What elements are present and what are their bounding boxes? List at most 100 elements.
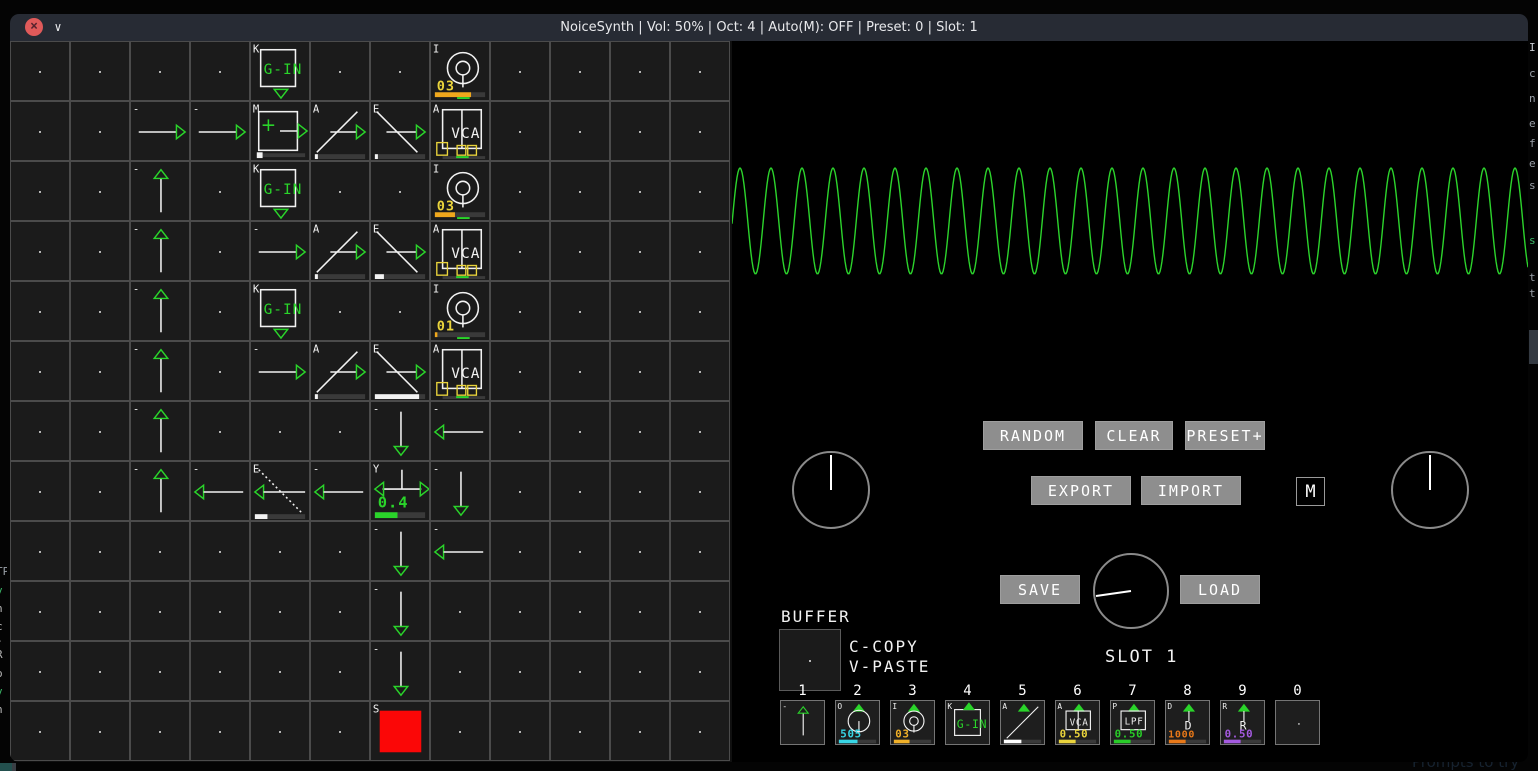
grid-module-wire-right[interactable]: - [250, 341, 310, 401]
grid-cell-empty[interactable] [10, 221, 70, 281]
grid-cell-empty[interactable] [490, 401, 550, 461]
grid-cell-empty[interactable] [250, 581, 310, 641]
grid-cell-empty[interactable] [190, 401, 250, 461]
grid-cell-empty[interactable] [310, 401, 370, 461]
grid-module-wire-up[interactable]: - [130, 341, 190, 401]
knob-right[interactable] [1390, 450, 1470, 530]
knob-left[interactable] [791, 450, 871, 530]
grid-cell-empty[interactable] [550, 521, 610, 581]
close-icon[interactable]: × [25, 18, 43, 36]
grid-cell-empty[interactable] [10, 341, 70, 401]
grid-cell-empty[interactable] [610, 221, 670, 281]
grid-cell-empty[interactable] [310, 641, 370, 701]
grid-cell-empty[interactable] [310, 161, 370, 221]
grid-cell-empty[interactable] [310, 581, 370, 641]
grid-module-ramp-up[interactable]: A [310, 221, 370, 281]
load-button[interactable]: LOAD [1180, 575, 1260, 604]
grid-cell-empty[interactable] [70, 281, 130, 341]
grid-module-wire-up[interactable]: - [130, 461, 190, 521]
grid-cell-empty[interactable] [670, 461, 730, 521]
grid-cell-empty[interactable] [670, 581, 730, 641]
grid-cell-empty[interactable] [670, 221, 730, 281]
grid-module-wire-right[interactable]: - [250, 221, 310, 281]
grid-cell-empty[interactable] [70, 641, 130, 701]
grid-cell-empty[interactable] [70, 461, 130, 521]
grid-cell-empty[interactable] [610, 101, 670, 161]
grid-cell-empty[interactable] [610, 641, 670, 701]
grid-cell-empty[interactable] [670, 281, 730, 341]
grid-cell-empty[interactable] [250, 401, 310, 461]
grid-cell-empty[interactable] [130, 701, 190, 761]
grid-cell-empty[interactable] [610, 521, 670, 581]
grid-cell-empty[interactable] [130, 581, 190, 641]
grid-module-wire-right[interactable]: - [130, 101, 190, 161]
grid-cell-empty[interactable] [670, 101, 730, 161]
grid-cell-empty[interactable] [70, 521, 130, 581]
grid-cell-empty[interactable] [10, 521, 70, 581]
grid-module-wire-up[interactable]: - [130, 401, 190, 461]
grid-cell-empty[interactable] [70, 701, 130, 761]
chevron-down-icon[interactable]: ∨ [50, 18, 66, 36]
grid-module-wire-down[interactable]: - [370, 641, 430, 701]
grid-cell-empty[interactable] [550, 41, 610, 101]
grid-cell-empty[interactable] [190, 521, 250, 581]
grid-module-wire-left[interactable]: - [190, 461, 250, 521]
grid-cell-empty[interactable] [670, 521, 730, 581]
grid-cell-empty[interactable] [490, 581, 550, 641]
grid-cell-empty[interactable] [490, 101, 550, 161]
grid-cell-empty[interactable] [10, 401, 70, 461]
grid-cell-empty[interactable] [130, 41, 190, 101]
grid-module-vca[interactable]: AVCA [430, 341, 490, 401]
grid-module-wire-down[interactable]: - [370, 401, 430, 461]
grid-cell-empty[interactable] [310, 701, 370, 761]
grid-cell-empty[interactable] [10, 41, 70, 101]
grid-cell-empty[interactable] [550, 641, 610, 701]
grid-module-wire-up[interactable]: - [130, 281, 190, 341]
grid-module-gin[interactable]: KG-IN [250, 41, 310, 101]
palette-item-wire[interactable]: - [780, 700, 825, 745]
grid-cell-empty[interactable] [70, 41, 130, 101]
grid-module-ramp-down[interactable]: E [370, 221, 430, 281]
grid-cell-empty[interactable] [10, 281, 70, 341]
grid-cell-empty[interactable] [130, 641, 190, 701]
grid-module-ramp-up[interactable]: A [310, 341, 370, 401]
grid-module-gin[interactable]: KG-IN [250, 161, 310, 221]
grid-cell-empty[interactable] [490, 341, 550, 401]
grid-cell-empty[interactable] [70, 161, 130, 221]
grid-cell-empty[interactable] [490, 461, 550, 521]
grid-cell-empty[interactable] [550, 221, 610, 281]
grid-cell-empty[interactable] [490, 641, 550, 701]
grid-cell-empty[interactable] [10, 641, 70, 701]
grid-module-wire-up[interactable]: - [130, 221, 190, 281]
titlebar[interactable]: NoiceSynth | Vol: 50% | Oct: 4 | Auto(M)… [10, 14, 1528, 41]
grid-cell-empty[interactable] [70, 581, 130, 641]
grid-cell-empty[interactable] [310, 521, 370, 581]
grid-cell-empty[interactable] [550, 281, 610, 341]
grid-cell-empty[interactable] [10, 701, 70, 761]
palette-item-vca[interactable]: AVCA0.50 [1055, 700, 1100, 745]
grid-cell-empty[interactable] [670, 701, 730, 761]
grid-cell-empty[interactable] [550, 461, 610, 521]
grid-module-speaker[interactable]: S [370, 701, 430, 761]
grid-cell-empty[interactable] [70, 401, 130, 461]
grid-cell-empty[interactable] [250, 641, 310, 701]
grid-cell-empty[interactable] [190, 641, 250, 701]
grid-cell-empty[interactable] [190, 701, 250, 761]
palette-item-reverb[interactable]: RR0.50 [1220, 700, 1265, 745]
grid-cell-empty[interactable] [10, 461, 70, 521]
grid-cell-empty[interactable] [10, 161, 70, 221]
grid-module-splitter[interactable]: Y0.4 [370, 461, 430, 521]
grid-module-ramp-down[interactable]: E [370, 341, 430, 401]
mono-toggle[interactable]: M [1296, 477, 1325, 506]
grid-cell-empty[interactable] [670, 161, 730, 221]
grid-cell-empty[interactable] [370, 41, 430, 101]
palette-item-gin[interactable]: KG-IN [945, 700, 990, 745]
grid-cell-empty[interactable] [490, 161, 550, 221]
grid-cell-empty[interactable] [610, 401, 670, 461]
grid-cell-empty[interactable] [610, 341, 670, 401]
grid-module-wire-up[interactable]: - [130, 161, 190, 221]
grid-module-gin[interactable]: KG-IN [250, 281, 310, 341]
grid-cell-empty[interactable] [190, 341, 250, 401]
grid-cell-empty[interactable] [190, 161, 250, 221]
grid-cell-empty[interactable] [610, 281, 670, 341]
